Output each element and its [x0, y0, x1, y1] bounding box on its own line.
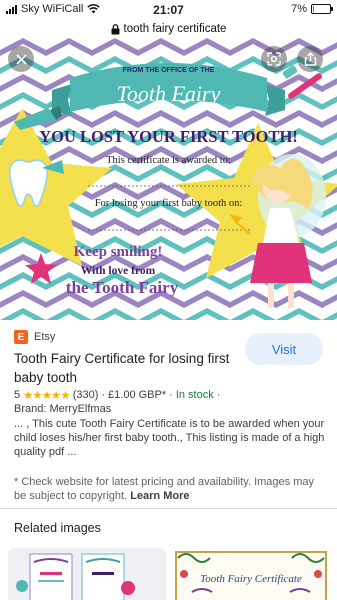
banner-title: Tooth Fairy — [117, 81, 221, 106]
related-heading: Related images — [14, 521, 101, 535]
close-button[interactable] — [8, 46, 34, 72]
price: £1.00 GBP* — [108, 389, 167, 401]
share-button[interactable] — [297, 46, 323, 72]
divider — [0, 508, 337, 509]
related-thumbnail[interactable] — [8, 548, 166, 600]
related-image-2: Tooth Fairy Certificate — [172, 548, 330, 600]
description: ... , This cute Tooth Fairy Certificate … — [14, 418, 325, 458]
separator-dot: · — [216, 389, 221, 401]
separator-dot: · — [101, 389, 106, 401]
reason-line: For losing your first baby tooth on: — [95, 198, 243, 209]
clock: 21:07 — [153, 3, 184, 17]
closing-1: Keep smiling! — [74, 244, 163, 260]
visit-button[interactable]: Visit — [245, 333, 323, 365]
headline: YOU LOST YOUR FIRST TOOTH! — [39, 127, 298, 146]
copyright-notice: * Check website for latest pricing and a… — [14, 475, 326, 503]
stock-status: In stock — [175, 389, 214, 401]
lens-icon — [267, 52, 281, 66]
battery-percent: 7% — [291, 3, 307, 15]
thumb-2-title: Tooth Fairy Certificate — [200, 573, 302, 585]
lens-button[interactable] — [261, 46, 287, 72]
close-icon — [15, 53, 27, 65]
url-text: tooth fairy certificate — [123, 23, 227, 35]
office-line: FROM THE OFFICE OF THE — [123, 67, 215, 74]
related-image-1 — [8, 548, 166, 600]
rating-row: 5 ★★★★★ (330) · £1.00 GBP* · In stock · — [14, 388, 220, 402]
star-rating-icon: ★★★★★ — [23, 390, 71, 402]
status-bar: Sky WiFiCall 21:07 7% — [0, 0, 337, 20]
review-count: (330) — [72, 389, 99, 401]
etsy-logo-icon: E — [14, 330, 28, 344]
closing-3: the Tooth Fairy — [66, 278, 179, 297]
battery-level — [313, 6, 314, 12]
source-name: Etsy — [34, 331, 56, 343]
certificate-image: FROM THE OFFICE OF THE Tooth Fairy YOU L… — [0, 38, 337, 320]
brand: Brand: MerryElfmas — [14, 403, 112, 415]
rating-value: 5 — [14, 389, 21, 401]
related-thumbnail[interactable]: Tooth Fairy Certificate — [172, 548, 330, 600]
share-icon — [304, 52, 316, 66]
result-title[interactable]: Tooth Fairy Certificate for losing first… — [14, 349, 244, 387]
closing-2: With love from — [81, 265, 156, 277]
lock-icon — [111, 23, 120, 34]
separator-dot: · — [169, 389, 173, 401]
hero-image[interactable]: FROM THE OFFICE OF THE Tooth Fairy YOU L… — [0, 38, 337, 320]
url-bar[interactable]: tooth fairy certificate — [0, 20, 337, 38]
learn-more-link[interactable]: Learn More — [130, 490, 189, 502]
battery-icon — [311, 4, 333, 14]
status-right: 7% — [291, 3, 333, 15]
awarded-line: This certificate is awarded to: — [106, 155, 231, 166]
source-row[interactable]: E Etsy — [14, 330, 55, 344]
